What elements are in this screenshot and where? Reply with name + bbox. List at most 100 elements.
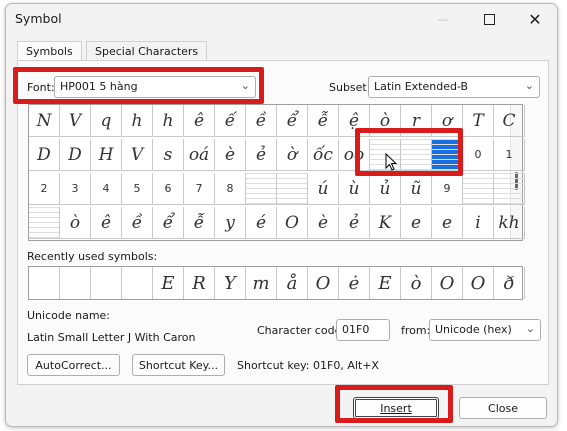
- shortcut-key-button[interactable]: Shortcut Key...: [132, 354, 225, 376]
- symbol-grid[interactable]: N Vq h h ê ế ề ể ễ ệ ò r ơ T C D D H Vs oá è ẻ ờ ốc oo 0 1 2 3 4 5 6 7 8 ú…: [28, 104, 525, 241]
- character-code-input[interactable]: 01F0: [336, 319, 390, 341]
- symbol-cell[interactable]: T: [463, 105, 494, 137]
- symbol-cell[interactable]: 1: [494, 139, 525, 171]
- symbol-cell[interactable]: 4: [91, 173, 122, 205]
- symbol-cell[interactable]: s: [153, 139, 184, 171]
- recent-symbol[interactable]: [91, 267, 122, 299]
- recent-symbol[interactable]: O: [463, 267, 494, 299]
- close-button[interactable]: Close: [459, 397, 547, 419]
- symbol-cell[interactable]: O: [277, 207, 308, 239]
- recent-symbol[interactable]: [60, 267, 91, 299]
- symbol-cell[interactable]: r: [401, 105, 432, 137]
- recent-symbol[interactable]: ė: [339, 267, 370, 299]
- shortcut-key-label: Shortcut Key...: [138, 358, 219, 372]
- symbol-cell[interactable]: [463, 173, 494, 205]
- recent-symbol[interactable]: [122, 267, 153, 299]
- symbol-cell[interactable]: 9: [432, 173, 463, 205]
- symbol-cell[interactable]: i: [463, 207, 494, 239]
- symbol-cell[interactable]: ệ: [339, 105, 370, 137]
- symbol-cell[interactable]: ề: [246, 105, 277, 137]
- tab-symbols[interactable]: Symbols: [17, 41, 82, 62]
- symbol-cell[interactable]: 0: [463, 139, 494, 171]
- symbol-cell[interactable]: kh: [494, 207, 525, 239]
- symbol-cell[interactable]: 6: [153, 173, 184, 205]
- autocorrect-label: AutoCorrect...: [35, 358, 112, 372]
- tab-special-characters[interactable]: Special Characters: [86, 41, 208, 61]
- recent-symbol[interactable]: [29, 267, 60, 299]
- symbol-cell[interactable]: C: [494, 105, 525, 137]
- tab-symbols-label: Symbols: [26, 45, 73, 58]
- symbol-cell[interactable]: ế: [215, 105, 246, 137]
- symbol-cell[interactable]: ể: [277, 105, 308, 137]
- symbol-cell[interactable]: é: [246, 207, 277, 239]
- symbol-cell[interactable]: ò: [60, 207, 91, 239]
- subset-select-value: Latin Extended-B: [374, 80, 469, 93]
- symbol-cell[interactable]: ốc: [308, 139, 339, 171]
- chevron-down-icon: ⌄: [525, 322, 535, 335]
- recent-symbol[interactable]: E: [153, 267, 184, 299]
- recent-symbol[interactable]: ò: [401, 267, 432, 299]
- symbol-cell[interactable]: q: [91, 105, 122, 137]
- symbol-cell[interactable]: y: [215, 207, 246, 239]
- recent-symbol[interactable]: O: [432, 267, 463, 299]
- symbol-cell[interactable]: H: [91, 139, 122, 171]
- symbol-cell[interactable]: è: [215, 139, 246, 171]
- symbol-cell[interactable]: [432, 139, 463, 171]
- symbol-cell[interactable]: ơ: [432, 105, 463, 137]
- symbol-cell[interactable]: V: [122, 139, 153, 171]
- recent-symbol[interactable]: ð: [494, 267, 525, 299]
- symbol-cell[interactable]: D: [29, 139, 60, 171]
- recent-symbol[interactable]: R: [184, 267, 215, 299]
- recent-symbol[interactable]: Y: [215, 267, 246, 299]
- symbol-cell[interactable]: 7: [184, 173, 215, 205]
- symbol-cell[interactable]: N: [29, 105, 60, 137]
- insert-button[interactable]: Insert: [353, 397, 439, 419]
- symbol-cell[interactable]: ễ: [308, 105, 339, 137]
- recent-symbols[interactable]: ERYmåOėEòOOð: [28, 266, 525, 300]
- symbol-cell[interactable]: [246, 173, 277, 205]
- from-select[interactable]: Unicode (hex) ⌄: [429, 319, 541, 341]
- symbol-cell[interactable]: ê: [91, 207, 122, 239]
- symbol-cell[interactable]: oá: [184, 139, 215, 171]
- symbol-cell[interactable]: ú: [308, 173, 339, 205]
- symbol-cell[interactable]: K: [370, 207, 401, 239]
- symbol-cell[interactable]: ể: [153, 207, 184, 239]
- symbol-cell[interactable]: ò: [370, 105, 401, 137]
- close-icon[interactable]: ✕: [512, 4, 557, 34]
- symbol-cell[interactable]: ũ: [401, 173, 432, 205]
- symbol-cell[interactable]: [401, 139, 432, 171]
- symbol-cell[interactable]: e: [401, 207, 432, 239]
- symbol-cell[interactable]: ù: [339, 173, 370, 205]
- subset-select[interactable]: Latin Extended-B ⌄: [368, 76, 540, 98]
- symbol-cell[interactable]: [494, 173, 525, 205]
- autocorrect-button[interactable]: AutoCorrect...: [27, 354, 120, 376]
- symbol-cell[interactable]: V: [60, 105, 91, 137]
- symbol-cell[interactable]: ễ: [184, 207, 215, 239]
- symbol-cell[interactable]: ờ: [277, 139, 308, 171]
- symbol-cell[interactable]: ê: [184, 105, 215, 137]
- symbol-cell[interactable]: ẻ: [339, 207, 370, 239]
- minimize-icon[interactable]: —: [420, 4, 466, 34]
- recent-symbol[interactable]: m: [246, 267, 277, 299]
- symbol-cell[interactable]: 2: [29, 173, 60, 205]
- recent-symbol[interactable]: O: [308, 267, 339, 299]
- symbol-cell[interactable]: ề: [122, 207, 153, 239]
- symbol-cell[interactable]: [277, 173, 308, 205]
- maximize-icon[interactable]: [466, 4, 512, 34]
- unicode-name-label: Unicode name:: [27, 309, 111, 322]
- symbol-cell[interactable]: è: [308, 207, 339, 239]
- symbol-cell[interactable]: 3: [60, 173, 91, 205]
- recent-symbol[interactable]: å: [277, 267, 308, 299]
- symbol-cell[interactable]: ủ: [370, 173, 401, 205]
- symbol-cell[interactable]: oo: [339, 139, 370, 171]
- symbol-cell[interactable]: h: [153, 105, 184, 137]
- symbol-cell[interactable]: h: [122, 105, 153, 137]
- symbol-cell[interactable]: ẻ: [246, 139, 277, 171]
- symbol-cell[interactable]: [29, 207, 60, 239]
- symbol-cell[interactable]: e: [432, 207, 463, 239]
- symbol-cell[interactable]: 5: [122, 173, 153, 205]
- symbol-cell[interactable]: D: [60, 139, 91, 171]
- symbol-cell[interactable]: 8: [215, 173, 246, 205]
- font-select[interactable]: HP001 5 hàng ⌄: [54, 76, 256, 98]
- recent-symbol[interactable]: E: [370, 267, 401, 299]
